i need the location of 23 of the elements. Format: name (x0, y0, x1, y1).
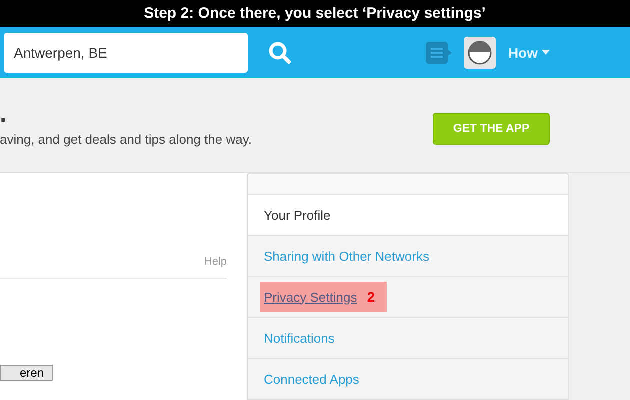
caption: Step 2: Once there, you select ‘Privacy settings’ (0, 0, 630, 28)
caret-icon (542, 50, 550, 56)
sidebar-item[interactable]: Connected Apps (248, 359, 568, 400)
help-link[interactable]: Help (204, 256, 227, 268)
get-app-button[interactable]: GET THE APP (433, 113, 550, 146)
sidebar-item[interactable]: Your Profile (248, 195, 568, 236)
intro-text: aving, and get deals and tips along the way. (0, 132, 252, 148)
step-number: 2 (367, 289, 375, 305)
user-menu[interactable]: How (508, 44, 550, 61)
sidebar-link[interactable]: Connected Apps (264, 372, 360, 386)
search-field[interactable]: Antwerpen, BE (4, 32, 248, 73)
sidebar-link[interactable]: Your Profile (264, 208, 331, 222)
sidebar-link[interactable]: Privacy Settings (264, 290, 358, 304)
sidebar-item[interactable]: Sharing with Other Networks (248, 236, 568, 277)
sidebar-item[interactable]: Notifications (248, 318, 568, 359)
message-icon[interactable] (426, 42, 452, 64)
page-heading: . (0, 100, 8, 130)
avatar[interactable] (464, 36, 496, 69)
search-icon[interactable] (268, 40, 292, 65)
sidebar-link[interactable]: Sharing with Other Networks (264, 248, 430, 264)
sidebar-item[interactable]: Privacy Settings 2 (248, 277, 568, 318)
form-button[interactable]: eren (0, 365, 53, 381)
sidebar-link[interactable]: Notifications (264, 330, 335, 346)
